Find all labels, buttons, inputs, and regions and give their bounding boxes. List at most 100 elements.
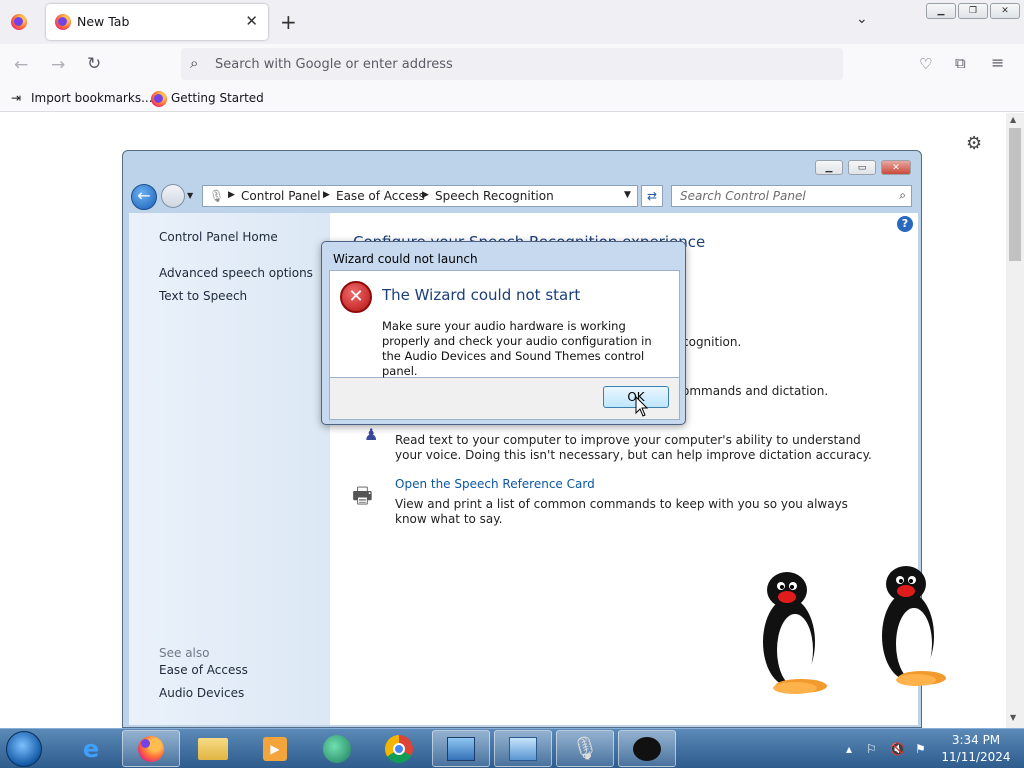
dialog-footer: OK <box>329 378 680 420</box>
list-all-tabs-icon[interactable]: ⌄ <box>856 11 868 27</box>
taskbar-chrome[interactable] <box>370 730 428 767</box>
page-scrollbar[interactable]: ▲ ▼ <box>1006 113 1024 728</box>
address-dropdown-icon[interactable]: ▼ <box>624 190 631 200</box>
dialog-body: ✕ The Wizard could not start Make sure y… <box>329 270 680 378</box>
cp-forward-button[interactable] <box>161 184 185 208</box>
minimize-button[interactable]: ▁ <box>926 3 956 19</box>
chrome-center-icon <box>393 742 405 755</box>
taskbar-firefox[interactable] <box>122 730 180 767</box>
partial-text-commands: ommands and dictation. <box>682 384 829 398</box>
taskbar-internet-explorer[interactable]: e <box>62 730 120 767</box>
error-dialog: Wizard could not launch ✕ The Wizard cou… <box>321 241 686 425</box>
training-description: Read text to your computer to improve yo… <box>395 433 872 462</box>
pingu-icon <box>633 736 661 761</box>
media-player-icon: ▶ <box>263 736 287 761</box>
tab-close-icon[interactable]: ✕ <box>245 12 258 30</box>
tab-new-tab[interactable]: New Tab ✕ <box>46 4 268 40</box>
taskbar-network[interactable] <box>494 730 552 767</box>
flag-icon[interactable]: ⚑ <box>915 742 926 756</box>
cp-close-button[interactable]: ✕ <box>881 160 911 175</box>
back-arrow-icon[interactable]: ← <box>14 55 28 75</box>
scroll-down-icon[interactable]: ▼ <box>1010 713 1016 722</box>
speech-training-icon: ♟ <box>364 425 379 444</box>
volume-muted-icon[interactable]: 🔇 <box>890 742 905 756</box>
menu-hamburger-icon[interactable]: ≡ <box>991 53 1004 72</box>
partial-text-recognition: cognition. <box>682 335 742 349</box>
taskbar-speech[interactable]: 🎙 <box>556 730 614 767</box>
system-clock[interactable]: 3:34 PM 11/11/2024 <box>938 732 1014 766</box>
penguin-mascot-icon <box>763 572 827 694</box>
microphone-icon: 🎙 <box>571 736 599 761</box>
start-button[interactable] <box>6 731 42 767</box>
clock-date: 11/11/2024 <box>941 750 1011 764</box>
settings-gear-icon[interactable]: ⚙ <box>966 133 982 154</box>
cp-minimize-button[interactable]: ▁ <box>815 160 843 175</box>
error-icon: ✕ <box>340 281 372 313</box>
crumb-speech-recognition[interactable]: Speech Recognition <box>435 189 554 203</box>
bookmarks-bar: ⇥ Import bookmarks... Getting Started <box>0 86 1024 112</box>
extensions-icon[interactable]: ⧉ <box>955 54 966 72</box>
crumb-control-panel[interactable]: Control Panel <box>241 189 321 203</box>
taskbar-control-panel[interactable] <box>432 730 490 767</box>
microphone-icon: 🎙 <box>209 189 225 203</box>
cp-search-input[interactable]: Search Control Panel ⌕ <box>671 185 912 207</box>
taskbar-green-app[interactable] <box>308 730 366 767</box>
forward-arrow-icon[interactable]: → <box>51 55 65 75</box>
sidebar-ease-of-access[interactable]: Ease of Access <box>159 663 248 677</box>
cp-search-placeholder: Search Control Panel <box>680 189 806 203</box>
address-placeholder: Search with Google or enter address <box>215 57 453 72</box>
taskbar-file-explorer[interactable] <box>184 730 242 767</box>
crumb-separator-icon: ▶ <box>323 190 330 200</box>
mouse-cursor-icon <box>635 396 649 417</box>
recent-pages-icon[interactable]: ▼ <box>187 191 193 200</box>
close-window-button[interactable]: ✕ <box>990 3 1020 19</box>
bookmark-import[interactable]: Import bookmarks... <box>31 91 153 105</box>
sidebar-text-to-speech[interactable]: Text to Speech <box>159 289 247 303</box>
bookmark-getting-started[interactable]: Getting Started <box>171 91 264 105</box>
breadcrumb[interactable]: 🎙 ▶ Control Panel ▶ Ease of Access ▶ Spe… <box>202 185 638 207</box>
taskbar-media-player[interactable]: ▶ <box>246 730 304 767</box>
cp-sidebar: Control Panel Home Advanced speech optio… <box>129 213 330 725</box>
cp-back-button[interactable]: ← <box>131 184 157 210</box>
help-icon[interactable]: ? <box>897 216 913 232</box>
reload-icon[interactable]: ↻ <box>87 54 101 74</box>
sidebar-control-panel-home[interactable]: Control Panel Home <box>159 230 278 244</box>
speech-reference-card-link[interactable]: Open the Speech Reference Card <box>395 477 595 491</box>
dialog-title: Wizard could not launch <box>333 252 478 266</box>
file-explorer-icon <box>198 737 228 760</box>
import-icon: ⇥ <box>11 91 22 105</box>
search-icon: ⌕ <box>190 54 199 72</box>
firefox-icon <box>138 735 164 762</box>
scrollbar-thumb[interactable] <box>1009 128 1021 261</box>
new-tab-button[interactable]: + <box>280 10 297 34</box>
firefox-bookmark-icon <box>151 91 167 107</box>
green-app-icon <box>323 734 351 763</box>
search-icon[interactable]: ⌕ <box>899 188 906 203</box>
dialog-message: Make sure your audio hardware is working… <box>382 319 652 378</box>
penguin-mascot-icon <box>882 566 946 686</box>
crumb-separator-icon: ▶ <box>422 190 429 200</box>
restore-button[interactable]: ❐ <box>958 3 988 19</box>
address-bar[interactable]: ⌕ Search with Google or enter address <box>181 48 843 80</box>
control-panel-icon <box>447 736 475 761</box>
clock-time: 3:34 PM <box>951 733 1001 747</box>
cp-maximize-button[interactable]: ▭ <box>848 160 876 175</box>
cp-refresh-icon[interactable]: ⇄ <box>641 185 663 207</box>
crumb-ease-of-access[interactable]: Ease of Access <box>336 189 425 203</box>
pocket-icon[interactable]: ♡ <box>919 55 932 73</box>
tab-title: New Tab <box>77 14 130 29</box>
see-also-heading: See also <box>159 646 210 660</box>
dialog-heading: The Wizard could not start <box>382 286 581 304</box>
sidebar-audio-devices[interactable]: Audio Devices <box>159 686 244 700</box>
show-hidden-icons[interactable]: ▴ <box>846 742 852 756</box>
action-center-icon[interactable]: ⚐ <box>866 742 877 756</box>
reference-card-description: View and print a list of common commands… <box>395 497 848 526</box>
crumb-separator-icon: ▶ <box>228 190 235 200</box>
internet-explorer-icon: e <box>82 734 100 763</box>
firefox-menu-icon[interactable] <box>11 14 27 30</box>
sidebar-advanced-speech-options[interactable]: Advanced speech options <box>159 266 313 280</box>
scroll-up-icon[interactable]: ▲ <box>1010 115 1016 124</box>
taskbar-pingu[interactable] <box>618 730 676 767</box>
printer-icon: 🖶 <box>352 484 373 509</box>
network-icon <box>509 736 537 761</box>
